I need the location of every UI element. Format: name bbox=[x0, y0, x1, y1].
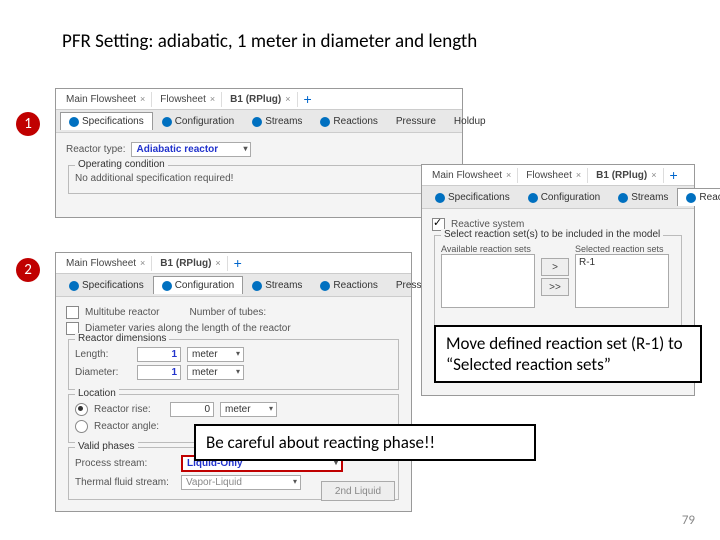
reactor-rise-radio[interactable] bbox=[75, 403, 88, 416]
tab-specifications[interactable]: Specifications bbox=[426, 188, 519, 206]
panel-body: Multitube reactor Number of tubes: Diame… bbox=[56, 297, 411, 510]
process-stream-label: Process stream: bbox=[75, 458, 175, 469]
tab-specifications[interactable]: Specifications bbox=[60, 276, 153, 294]
close-icon[interactable]: × bbox=[651, 170, 656, 180]
reactor-type-label: Reactor type: bbox=[66, 144, 125, 155]
tab-reactions[interactable]: Reactions bbox=[677, 188, 720, 206]
move-right-button[interactable]: > bbox=[541, 258, 569, 276]
close-icon[interactable]: × bbox=[140, 258, 145, 268]
numtubes-label: Number of tubes: bbox=[189, 307, 266, 318]
close-icon[interactable]: × bbox=[210, 94, 215, 104]
diameter-input[interactable]: 1 bbox=[137, 365, 181, 380]
check-icon bbox=[69, 281, 79, 291]
reactor-dimensions-legend: Reactor dimensions bbox=[75, 333, 169, 344]
multitube-label: Multitube reactor bbox=[85, 307, 159, 318]
add-tab-icon[interactable]: + bbox=[666, 167, 682, 183]
available-sets-label: Available reaction sets bbox=[441, 244, 535, 254]
check-icon bbox=[252, 117, 262, 127]
breadcrumb-main[interactable]: Main Flowsheet× bbox=[60, 92, 152, 107]
check-icon bbox=[162, 281, 172, 291]
diameter-label: Diameter: bbox=[75, 367, 131, 378]
callout-reacting-phase: Be careful about reacting phase!! bbox=[194, 424, 536, 461]
check-icon bbox=[686, 193, 696, 203]
length-unit-select[interactable]: meter bbox=[187, 347, 244, 362]
property-tabs: Specifications Configuration Streams Rea… bbox=[422, 186, 694, 209]
check-icon bbox=[252, 281, 262, 291]
reactor-rise-label: Reactor rise: bbox=[94, 404, 164, 415]
check-icon bbox=[162, 117, 172, 127]
tab-streams[interactable]: Streams bbox=[609, 188, 677, 206]
length-label: Length: bbox=[75, 349, 131, 360]
selected-sets-list[interactable]: R-1 bbox=[575, 254, 669, 308]
tab-configuration[interactable]: Configuration bbox=[519, 188, 609, 206]
location-legend: Location bbox=[75, 388, 119, 399]
panel-specifications: Main Flowsheet× Flowsheet× B1 (RPlug)× +… bbox=[55, 88, 463, 218]
close-icon[interactable]: × bbox=[285, 94, 290, 104]
operating-condition-legend: Operating condition bbox=[75, 159, 168, 170]
diameter-unit-select[interactable]: meter bbox=[187, 365, 244, 380]
property-tabs: Specifications Configuration Streams Rea… bbox=[56, 110, 462, 133]
breadcrumb-bar: Main Flowsheet× B1 (RPlug)× + bbox=[56, 253, 411, 274]
valid-phases-legend: Valid phases bbox=[75, 441, 138, 452]
multitube-checkbox[interactable] bbox=[66, 306, 79, 319]
callout-move-reaction: Move defined reaction set (R-1) to “Sele… bbox=[434, 325, 702, 383]
step-badge-2: 2 bbox=[16, 258, 40, 282]
thermal-stream-select[interactable]: Vapor-Liquid bbox=[181, 475, 301, 490]
tab-holdup[interactable]: Holdup bbox=[445, 112, 495, 130]
reactor-angle-radio[interactable] bbox=[75, 420, 88, 433]
property-tabs: Specifications Configuration Streams Rea… bbox=[56, 274, 411, 297]
available-sets-list[interactable] bbox=[441, 254, 535, 308]
check-icon bbox=[528, 193, 538, 203]
close-icon[interactable]: × bbox=[215, 258, 220, 268]
second-liquid-button[interactable]: 2nd Liquid bbox=[321, 481, 395, 501]
tab-streams[interactable]: Streams bbox=[243, 276, 311, 294]
length-input[interactable]: 1 bbox=[137, 347, 181, 362]
panel-body: Reactor type: Adiabatic reactor Operatin… bbox=[56, 133, 462, 204]
tab-specifications[interactable]: Specifications bbox=[60, 112, 153, 130]
breadcrumb-main[interactable]: Main Flowsheet× bbox=[426, 168, 518, 183]
breadcrumb-bar: Main Flowsheet× Flowsheet× B1 (RPlug)× + bbox=[56, 89, 462, 110]
breadcrumb-block[interactable]: B1 (RPlug)× bbox=[224, 92, 297, 107]
check-icon bbox=[69, 117, 79, 127]
breadcrumb-flowsheet[interactable]: Flowsheet× bbox=[520, 168, 588, 183]
reaction-set-item[interactable]: R-1 bbox=[579, 257, 595, 268]
breadcrumb-flowsheet[interactable]: Flowsheet× bbox=[154, 92, 222, 107]
add-tab-icon[interactable]: + bbox=[230, 255, 246, 271]
move-all-right-button[interactable]: >> bbox=[541, 278, 569, 296]
thermal-stream-label: Thermal fluid stream: bbox=[75, 477, 175, 488]
slide-title: PFR Setting: adiabatic, 1 meter in diame… bbox=[62, 30, 477, 53]
reactor-angle-label: Reactor angle: bbox=[94, 421, 164, 432]
close-icon[interactable]: × bbox=[140, 94, 145, 104]
breadcrumb-block[interactable]: B1 (RPlug)× bbox=[154, 256, 227, 271]
check-icon bbox=[320, 281, 330, 291]
tab-streams[interactable]: Streams bbox=[243, 112, 311, 130]
tab-reactions[interactable]: Reactions bbox=[311, 112, 386, 130]
panel-configuration: Main Flowsheet× B1 (RPlug)× + Specificat… bbox=[55, 252, 412, 512]
breadcrumb-bar: Main Flowsheet× Flowsheet× B1 (RPlug)× + bbox=[422, 165, 694, 186]
tab-configuration[interactable]: Configuration bbox=[153, 276, 243, 294]
reactor-rise-unit-select[interactable]: meter bbox=[220, 402, 277, 417]
tab-configuration[interactable]: Configuration bbox=[153, 112, 243, 130]
operating-condition-text: No additional specification required! bbox=[75, 173, 233, 184]
breadcrumb-block[interactable]: B1 (RPlug)× bbox=[590, 168, 663, 183]
selected-sets-label: Selected reaction sets bbox=[575, 244, 669, 254]
tab-reactions[interactable]: Reactions bbox=[311, 276, 386, 294]
breadcrumb-main[interactable]: Main Flowsheet× bbox=[60, 256, 152, 271]
check-icon bbox=[320, 117, 330, 127]
close-icon[interactable]: × bbox=[576, 170, 581, 180]
check-icon bbox=[435, 193, 445, 203]
step-badge-1: 1 bbox=[16, 112, 40, 136]
page-number: 79 bbox=[682, 513, 695, 528]
reactor-rise-input[interactable]: 0 bbox=[170, 402, 214, 417]
tab-pressure[interactable]: Pressure bbox=[387, 112, 445, 130]
check-icon bbox=[618, 193, 628, 203]
close-icon[interactable]: × bbox=[506, 170, 511, 180]
reaction-sets-legend: Select reaction set(s) to be included in… bbox=[441, 229, 663, 240]
add-tab-icon[interactable]: + bbox=[300, 91, 316, 107]
reactor-type-select[interactable]: Adiabatic reactor bbox=[131, 142, 251, 157]
